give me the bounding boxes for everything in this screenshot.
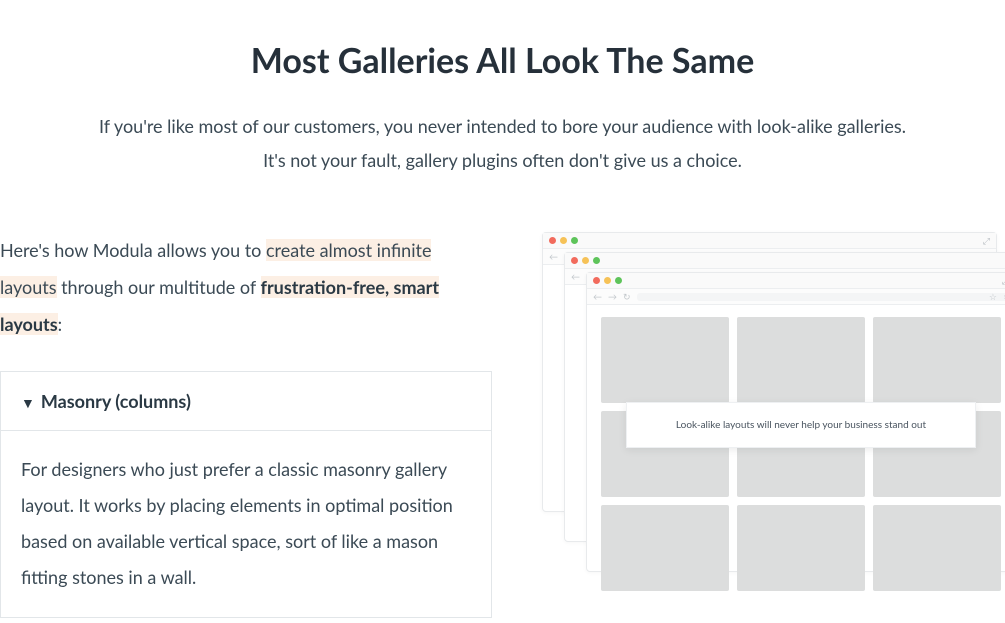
page-subtitle: If you're like most of our customers, yo… xyxy=(0,109,1005,177)
intro-paragraph: Here's how Modula allows you to create a… xyxy=(0,232,492,343)
subtitle-line-2: It's not your fault, gallery plugins oft… xyxy=(263,149,742,171)
accordion-body: For designers who just prefer a classic … xyxy=(1,431,491,617)
gallery-tile xyxy=(873,317,1001,403)
illustration-browser-stack: ⤢ ← → ↻ ☆ ≡ ⤢ ← → ↻ ☆ xyxy=(542,232,1005,618)
window-dot-red-icon xyxy=(571,257,578,264)
window-dot-green-icon xyxy=(571,237,578,244)
accordion: ▼ Masonry (columns) For designers who jus… xyxy=(0,371,492,618)
back-arrow-icon: ← xyxy=(571,271,580,282)
star-icon: ☆ xyxy=(989,291,997,303)
back-arrow-icon: ← xyxy=(593,291,602,302)
gallery-grid xyxy=(587,305,1005,603)
window-dot-yellow-icon xyxy=(604,277,611,284)
window-dot-green-icon xyxy=(593,257,600,264)
subtitle-line-1: If you're like most of our customers, yo… xyxy=(99,115,906,137)
page-title: Most Galleries All Look The Same xyxy=(0,40,1005,81)
triangle-down-icon: ▼ xyxy=(21,394,35,411)
window-dot-yellow-icon xyxy=(560,237,567,244)
intro-prefix: Here's how Modula allows you to xyxy=(0,239,266,261)
accordion-title: Masonry (columns) xyxy=(41,390,191,412)
gallery-tile xyxy=(737,317,865,403)
back-arrow-icon: ← xyxy=(549,251,558,262)
illustration-caption: Look-alike layouts will never help your … xyxy=(626,402,976,448)
window-dot-yellow-icon xyxy=(582,257,589,264)
intro-mid: through our multitude of xyxy=(57,276,261,298)
expand-icon: ⤢ xyxy=(983,236,990,245)
window-dot-red-icon xyxy=(593,277,600,284)
forward-arrow-icon: → xyxy=(608,291,617,302)
accordion-header-masonry[interactable]: ▼ Masonry (columns) xyxy=(1,372,491,431)
gallery-tile xyxy=(737,505,865,591)
refresh-icon: ↻ xyxy=(623,291,631,303)
window-dot-green-icon xyxy=(615,277,622,284)
gallery-tile xyxy=(601,505,729,591)
window-dot-red-icon xyxy=(549,237,556,244)
gallery-tile xyxy=(873,505,1001,591)
gallery-tile xyxy=(601,317,729,403)
intro-suffix: : xyxy=(58,313,63,335)
